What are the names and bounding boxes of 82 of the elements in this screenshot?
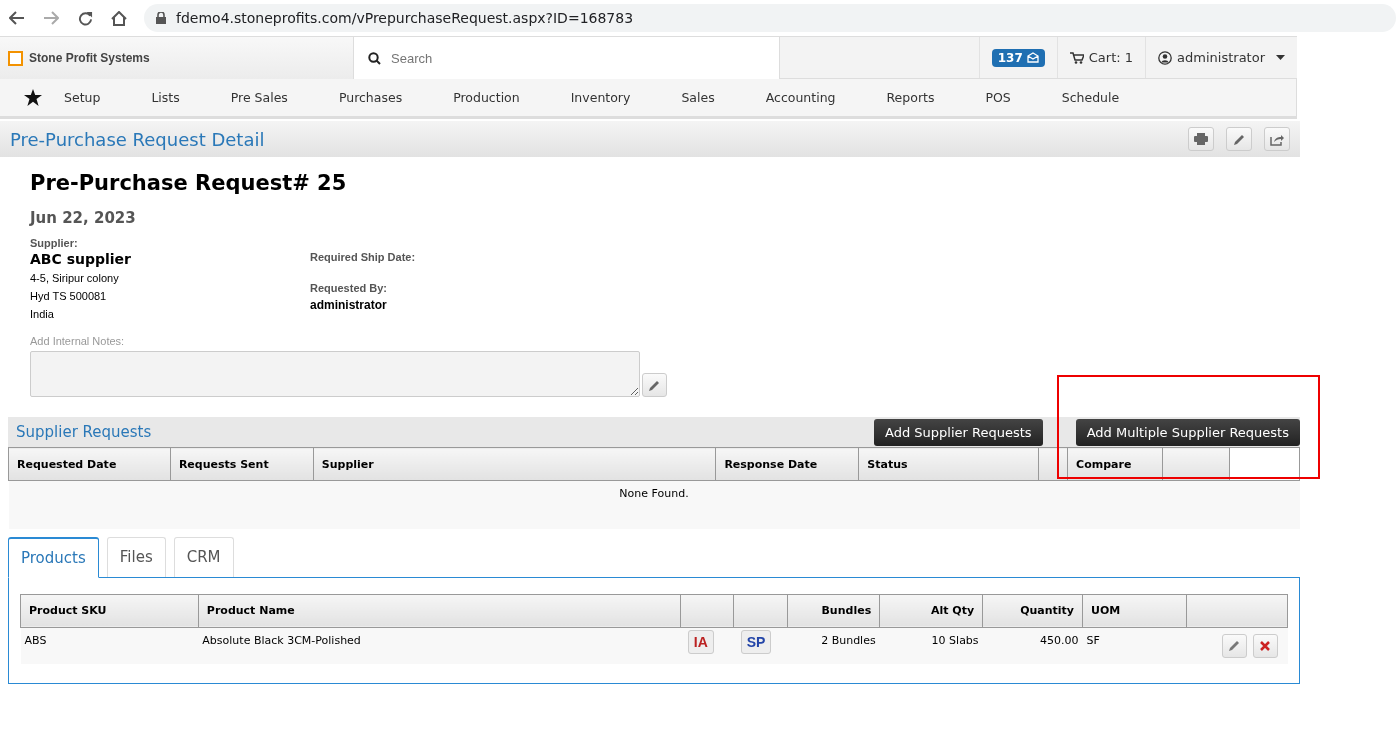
tab[interactable]: Files — [106, 536, 166, 577]
nav-link[interactable]: Pre Sales — [230, 90, 288, 105]
nav-link[interactable]: Sales — [681, 90, 715, 105]
column-header: Supplier — [313, 447, 716, 481]
back-icon[interactable] — [9, 11, 25, 25]
cart-icon — [1069, 51, 1084, 64]
column-header: Quantity — [982, 594, 1083, 627]
section-title: Supplier Requests — [16, 423, 153, 441]
nav-link[interactable]: Accounting — [765, 90, 836, 105]
home-icon[interactable] — [111, 10, 127, 26]
request-title: Pre-Purchase Request# 25 — [30, 171, 348, 195]
messages-badge[interactable]: 137 — [991, 48, 1045, 67]
pencil-icon — [648, 378, 661, 392]
table-cell: ABS — [20, 627, 199, 664]
share-button[interactable] — [1264, 127, 1290, 151]
tab[interactable]: Products — [8, 536, 99, 578]
table-cell: 450.00 — [982, 627, 1083, 664]
brand-name[interactable]: Stone Profit Systems — [29, 51, 150, 65]
page-title: Pre-Purchase Request Detail — [10, 128, 265, 150]
add-requests-button[interactable]: Add Multiple Supplier Requests — [1075, 418, 1300, 446]
address-line: India — [30, 307, 55, 322]
nav-link[interactable]: Lists — [151, 90, 180, 105]
logo-icon — [8, 50, 23, 66]
column-header: UOM — [1082, 594, 1187, 627]
edit-button[interactable] — [1221, 633, 1247, 658]
pencil-icon — [1232, 132, 1246, 146]
column-header — [680, 594, 734, 627]
request-date: Jun 22, 2023 — [30, 209, 137, 227]
edit-button[interactable] — [1226, 127, 1252, 151]
print-button[interactable] — [1188, 127, 1214, 151]
nav-link[interactable]: Purchases — [338, 90, 403, 105]
table-cell: 10 Slabs — [879, 627, 983, 664]
search-field[interactable]: Search — [389, 49, 753, 67]
search-icon — [368, 51, 381, 65]
star-icon[interactable] — [22, 89, 44, 106]
envelope-icon — [1026, 52, 1039, 63]
printer-icon — [1194, 133, 1208, 145]
user-icon — [1158, 50, 1173, 65]
column-header: Alt Qty — [879, 594, 983, 627]
close-icon — [1260, 640, 1270, 651]
delete-button[interactable] — [1252, 633, 1278, 658]
column-header: Response Date — [715, 447, 859, 481]
field-label: Supplier: — [30, 237, 79, 249]
column-header — [733, 594, 788, 627]
notes-field[interactable] — [30, 351, 640, 397]
nav-link[interactable]: Reports — [886, 90, 935, 105]
user-menu[interactable]: administrator — [1177, 50, 1265, 65]
nav-link[interactable]: Production — [453, 90, 520, 105]
sp-button[interactable]: SP — [740, 629, 772, 654]
add-requests-button[interactable]: Add Supplier Requests — [874, 418, 1043, 446]
column-header: Requests Sent — [170, 447, 314, 481]
notes-label: Add Internal Notes: — [30, 335, 126, 347]
field-label: Requested By: — [310, 282, 389, 294]
address-bar[interactable]: fdemo4.stoneprofits.com/vPrepurchaseRequest.aspx?ID=168783 — [144, 4, 1396, 32]
column-header: Status — [858, 447, 1039, 481]
table-cell: 2 Bundles — [787, 627, 880, 664]
column-header: Requested Date — [8, 447, 171, 481]
column-header: Product Name — [198, 594, 681, 627]
nav-link[interactable]: Setup — [64, 90, 101, 105]
table-cell: SF — [1082, 627, 1187, 664]
field-label: Required Ship Date: — [310, 251, 416, 263]
nav-link[interactable]: Inventory — [570, 90, 631, 105]
table-cell: Absolute Black 3CM-Polished — [198, 627, 681, 664]
nav-link[interactable]: Schedule — [1061, 90, 1120, 105]
cart-link[interactable]: Cart: 1 — [1088, 50, 1134, 65]
lock-icon — [156, 12, 166, 24]
pencil-icon — [1227, 639, 1241, 652]
address-line: Hyd TS 500081 — [30, 289, 108, 304]
column-header: Bundles — [787, 594, 880, 627]
caret-icon — [1276, 55, 1285, 60]
reload-icon[interactable] — [77, 10, 93, 26]
nav-link[interactable]: POS — [985, 90, 1011, 105]
supplier-name: ABC supplier — [30, 251, 132, 267]
column-header: Compare — [1067, 447, 1163, 481]
edit-notes-button[interactable] — [642, 373, 667, 397]
requested-by-value: administrator — [310, 298, 388, 312]
share-icon — [1270, 132, 1284, 146]
column-header: Product SKU — [20, 594, 199, 627]
empty-message: None Found. — [8, 480, 1300, 529]
ia-button[interactable]: IA — [687, 629, 714, 654]
tab[interactable]: CRM — [173, 536, 234, 577]
address-line: 4-5, Siripur colony — [30, 271, 120, 286]
